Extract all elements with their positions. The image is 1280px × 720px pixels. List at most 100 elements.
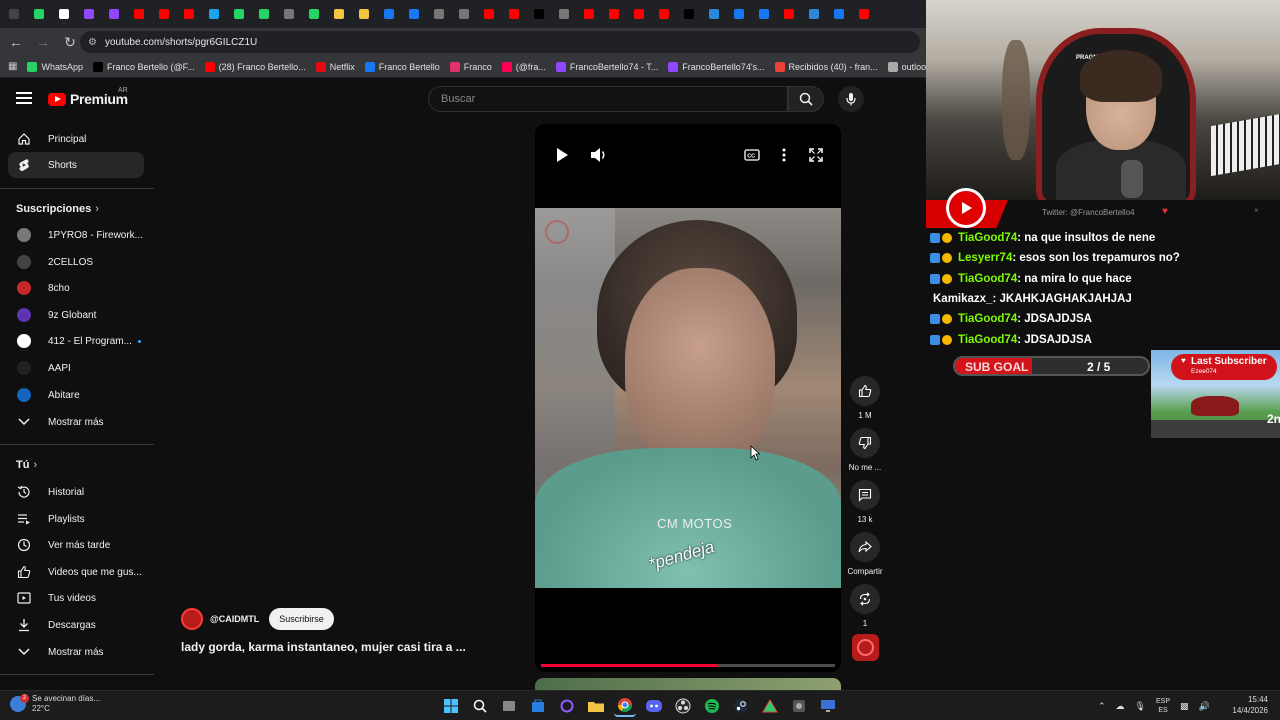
address-bar[interactable]: ⚙ youtube.com/shorts/pgr6GILCZ1U [80,31,920,53]
site-info-icon[interactable]: ⚙ [88,37,97,48]
browser-tab-favicon-icon[interactable] [4,5,23,24]
windows-start-icon[interactable] [440,695,462,717]
file-explorer-icon[interactable] [585,695,607,717]
subscribe-button[interactable]: Suscribirse [269,608,334,630]
bookmark-item[interactable]: Recibidos (40) - fran... [774,61,878,72]
subscription-item[interactable]: 412 - El Program... [8,328,144,354]
video-progress-bar[interactable] [541,664,835,667]
bookmark-item[interactable]: FrancoBertello74 - T... [555,61,658,72]
browser-tab-favicon-icon[interactable] [704,5,723,24]
browser-tab-favicon-icon[interactable] [504,5,523,24]
network-icon[interactable]: ☁ [1116,701,1125,712]
fullscreen-button[interactable] [803,142,829,168]
browser-tab-favicon-icon[interactable] [604,5,623,24]
subscription-item[interactable]: 2CELLOS [8,249,144,275]
dislike-button[interactable] [850,428,880,458]
browser-tab-favicon-icon[interactable] [229,5,248,24]
steam-icon[interactable] [730,695,752,717]
bookmark-item[interactable]: Franco [449,61,492,72]
system-clock[interactable]: 15:44 14/4/2026 [1224,694,1268,716]
chrome-icon[interactable] [614,695,636,717]
dislike-action[interactable]: No me ... [846,428,884,472]
browser-tab-favicon-icon[interactable] [254,5,273,24]
obs-icon[interactable] [672,695,694,717]
sound-button[interactable] [851,634,879,661]
sidebar-item-you[interactable]: Historial [8,479,144,505]
browser-tab-favicon-icon[interactable] [554,5,573,24]
comments-action[interactable]: 13 k [846,480,884,524]
volume-icon[interactable]: 🔊 [1199,701,1210,712]
browser-tab-favicon-icon[interactable] [379,5,398,24]
sidebar-item-principal[interactable]: Principal [8,126,144,152]
browser-tab-favicon-icon[interactable] [679,5,698,24]
browser-tab-favicon-icon[interactable] [579,5,598,24]
subscription-item[interactable]: Abitare [8,382,144,408]
sidebar-item-you[interactable]: Tus videos [8,585,144,611]
search-input[interactable]: Buscar [428,86,788,112]
display-icon[interactable]: ▩ [1180,701,1189,712]
browser-tab-favicon-icon[interactable] [729,5,748,24]
reload-button[interactable]: ↻ [58,30,82,54]
browser-tab-favicon-icon[interactable] [104,5,123,24]
forward-button[interactable]: → [31,30,55,54]
share-button[interactable] [850,532,880,562]
browser-tab-favicon-icon[interactable] [354,5,373,24]
weather-widget[interactable]: 2 Se avecinan días... 22°C [10,694,100,714]
microphone-icon[interactable]: 🎙 [1135,701,1146,712]
remix-button[interactable] [850,584,880,614]
you-header[interactable]: Tú › [16,459,37,471]
volume-button[interactable] [586,142,612,168]
subscriptions-header[interactable]: Suscripciones › [16,203,99,215]
monitor-app-icon[interactable] [817,695,839,717]
game-app-icon[interactable] [788,695,810,717]
browser-tab-favicon-icon[interactable] [54,5,73,24]
more-options-button[interactable] [771,142,797,168]
bookmark-item[interactable]: outlook [887,61,926,72]
browser-tab-favicon-icon[interactable] [754,5,773,24]
youtube-logo[interactable]: Premium AR [48,87,128,107]
cortana-icon[interactable] [556,695,578,717]
sidebar-item-shorts[interactable]: Shorts [8,152,144,178]
shorts-player[interactable]: CC CM MOTOS *pendeja [535,124,841,672]
back-button[interactable]: ← [4,30,28,54]
browser-tab-favicon-icon[interactable] [654,5,673,24]
subscription-item[interactable]: 1PYRO8 - Firework... [8,222,144,248]
subscription-item[interactable]: 9z Globant [8,302,144,328]
browser-tab-favicon-icon[interactable] [204,5,223,24]
like-action[interactable]: 1 M [846,376,884,420]
short-title[interactable]: lady gorda, karma instantaneo, mujer cas… [181,640,466,654]
bookmark-item[interactable]: (@fra... [501,61,546,72]
bookmark-item[interactable]: Franco Bertello (@F... [92,61,195,72]
channel-name[interactable]: @CAIDMTL [210,614,259,624]
sound-action[interactable] [846,634,884,661]
bookmark-item[interactable]: Netflix [315,61,355,72]
chevron-up-icon[interactable]: ⌃ [1098,701,1106,712]
play-button[interactable] [549,142,575,168]
browser-tab-favicon-icon[interactable] [304,5,323,24]
browser-tab-favicon-icon[interactable] [279,5,298,24]
browser-tab-favicon-icon[interactable] [804,5,823,24]
subscription-item[interactable]: 8cho [8,275,144,301]
captions-button[interactable]: CC [739,142,765,168]
sidebar-item-you[interactable]: Descargas [8,612,144,638]
subscription-item[interactable]: AAPI [8,355,144,381]
browser-tab-favicon-icon[interactable] [79,5,98,24]
sidebar-item-you[interactable]: Playlists [8,506,144,532]
browser-tab-favicon-icon[interactable] [179,5,198,24]
task-view-icon[interactable] [498,695,520,717]
bookmark-item[interactable]: (28) Franco Bertello... [204,61,306,72]
bookmark-item[interactable]: WhatsApp [27,61,83,72]
sidebar-item-you[interactable]: Videos que me gus... [8,559,144,585]
bookmark-item[interactable]: FrancoBertello74's... [668,61,765,72]
channel-avatar[interactable] [181,608,203,630]
browser-tab-favicon-icon[interactable] [429,5,448,24]
browser-tab-favicon-icon[interactable] [129,5,148,24]
voice-search-button[interactable] [838,86,864,112]
comments-button[interactable] [850,480,880,510]
like-button[interactable] [850,376,880,406]
browser-tab-favicon-icon[interactable] [29,5,48,24]
search-button[interactable] [788,86,824,112]
browser-tab-favicon-icon[interactable] [779,5,798,24]
browser-tab-favicon-icon[interactable] [454,5,473,24]
browser-tab-favicon-icon[interactable] [529,5,548,24]
